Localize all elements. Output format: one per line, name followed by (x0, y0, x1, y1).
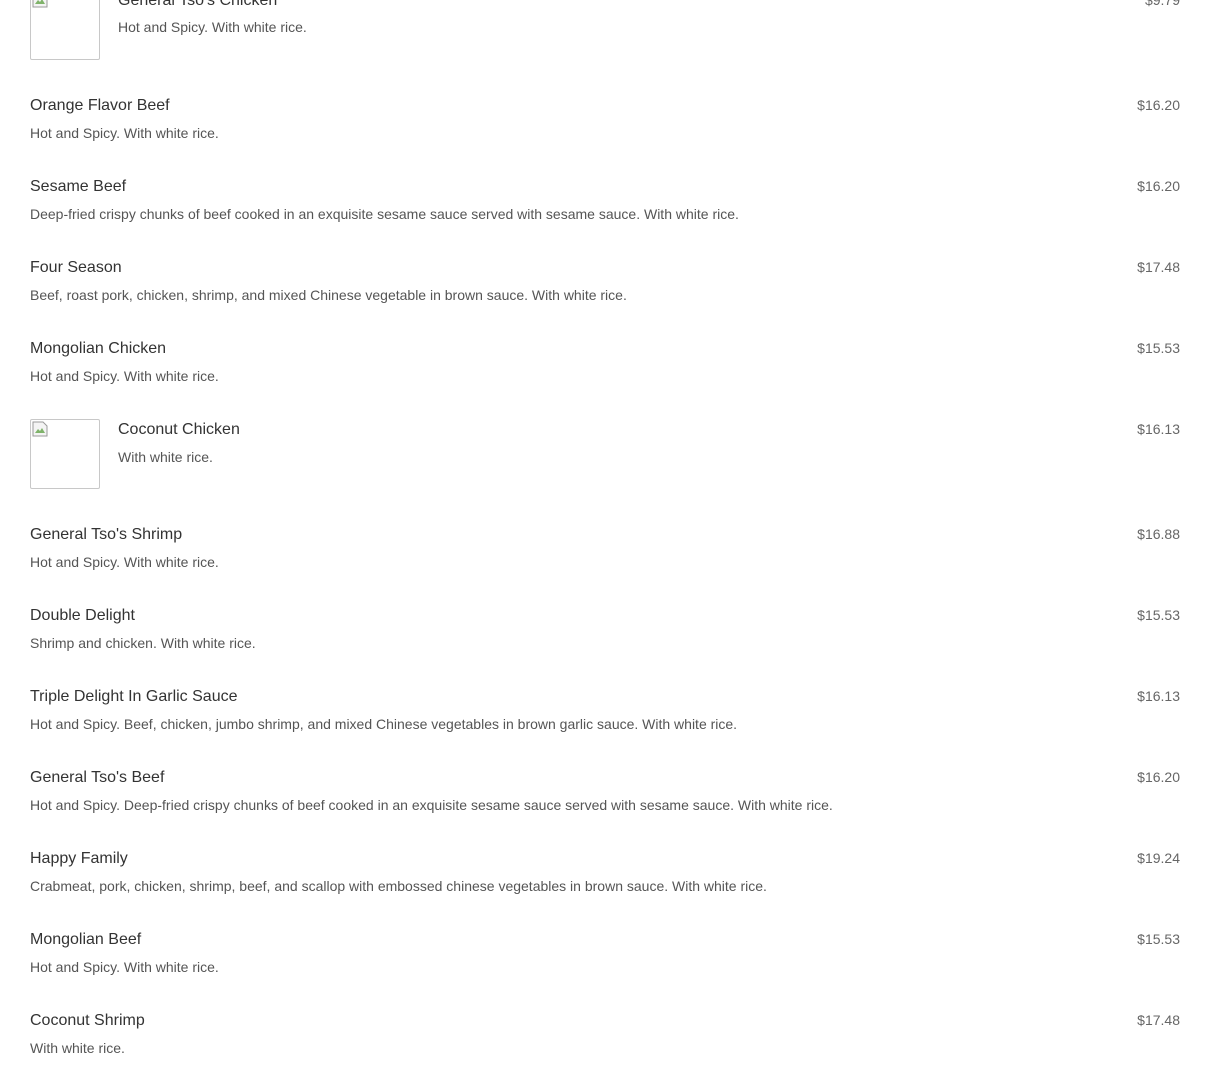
menu-item[interactable]: Happy Family Crabmeat, pork, chicken, sh… (30, 849, 1180, 897)
item-image (30, 419, 100, 489)
broken-image-icon (32, 0, 48, 8)
item-name: Coconut Chicken (118, 421, 240, 438)
menu-item[interactable]: General Tso's Beef Hot and Spicy. Deep-f… (30, 768, 1180, 816)
item-price: $17.48 (1137, 1012, 1180, 1028)
item-price: $15.53 (1137, 607, 1180, 623)
item-name: Mongolian Beef (30, 931, 142, 948)
item-description: Deep-fried crispy chunks of beef cooked … (30, 206, 739, 222)
menu-item[interactable]: Triple Delight In Garlic Sauce Hot and S… (30, 687, 1180, 735)
item-price: $17.48 (1137, 259, 1180, 275)
menu-item[interactable]: General Tso's Chicken Hot and Spicy. Wit… (30, 0, 1180, 62)
item-description: Hot and Spicy. With white rice. (118, 19, 307, 35)
item-price: $16.13 (1137, 688, 1180, 704)
item-description: Crabmeat, pork, chicken, shrimp, beef, a… (30, 878, 767, 894)
item-name: Mongolian Chicken (30, 340, 167, 357)
item-name: Happy Family (30, 850, 128, 867)
item-description: Hot and Spicy. With white rice. (30, 368, 219, 384)
item-price: $16.20 (1137, 97, 1180, 113)
menu-item[interactable]: Coconut Chicken With white rice. $16.13 (30, 419, 1180, 491)
broken-image-icon (32, 421, 48, 437)
item-description: Hot and Spicy. With white rice. (30, 959, 219, 975)
menu-item[interactable]: Double Delight Shrimp and chicken. With … (30, 606, 1180, 654)
menu-item[interactable]: Mongolian Beef Hot and Spicy. With white… (30, 930, 1180, 978)
menu-item[interactable]: Orange Flavor Beef Hot and Spicy. With w… (30, 96, 1180, 144)
item-name: Triple Delight In Garlic Sauce (30, 688, 238, 705)
item-description: With white rice. (118, 449, 213, 465)
item-name: Orange Flavor Beef (30, 97, 170, 114)
item-price: $16.20 (1137, 769, 1180, 785)
item-name: Four Season (30, 259, 122, 276)
item-name: General Tso's Shrimp (30, 526, 183, 543)
item-price: $15.53 (1137, 340, 1180, 356)
item-price: $15.53 (1137, 931, 1180, 947)
menu-item[interactable]: Four Season Beef, roast pork, chicken, s… (30, 258, 1180, 306)
item-name: Sesame Beef (30, 178, 127, 195)
item-description: Beef, roast pork, chicken, shrimp, and m… (30, 287, 627, 303)
item-name: Double Delight (30, 607, 135, 624)
item-price: $16.13 (1137, 421, 1180, 437)
item-name: General Tso's Chicken (118, 0, 278, 9)
item-price: $16.20 (1137, 178, 1180, 194)
item-name: General Tso's Beef (30, 769, 165, 786)
menu-item[interactable]: Coconut Shrimp With white rice. $17.48 (30, 1011, 1180, 1059)
item-price: $19.24 (1137, 850, 1180, 866)
item-description: Shrimp and chicken. With white rice. (30, 635, 256, 651)
item-description: Hot and Spicy. With white rice. (30, 554, 219, 570)
menu-item[interactable]: Mongolian Chicken Hot and Spicy. With wh… (30, 339, 1180, 387)
item-description: Hot and Spicy. Beef, chicken, jumbo shri… (30, 716, 738, 732)
item-description: Hot and Spicy. Deep-fried crispy chunks … (30, 797, 833, 813)
item-description: Hot and Spicy. With white rice. (30, 125, 219, 141)
menu-item-list: General Tso's Chicken Hot and Spicy. Wit… (0, 0, 1210, 1086)
menu-item[interactable]: General Tso's Shrimp Hot and Spicy. With… (30, 525, 1180, 573)
menu-item[interactable]: Sesame Beef Deep-fried crispy chunks of … (30, 177, 1180, 225)
item-description: With white rice. (30, 1040, 125, 1056)
item-name: Coconut Shrimp (30, 1012, 145, 1029)
item-image (30, 0, 100, 60)
item-price: $16.88 (1137, 526, 1180, 542)
item-price: $9.79 (1144, 0, 1180, 8)
